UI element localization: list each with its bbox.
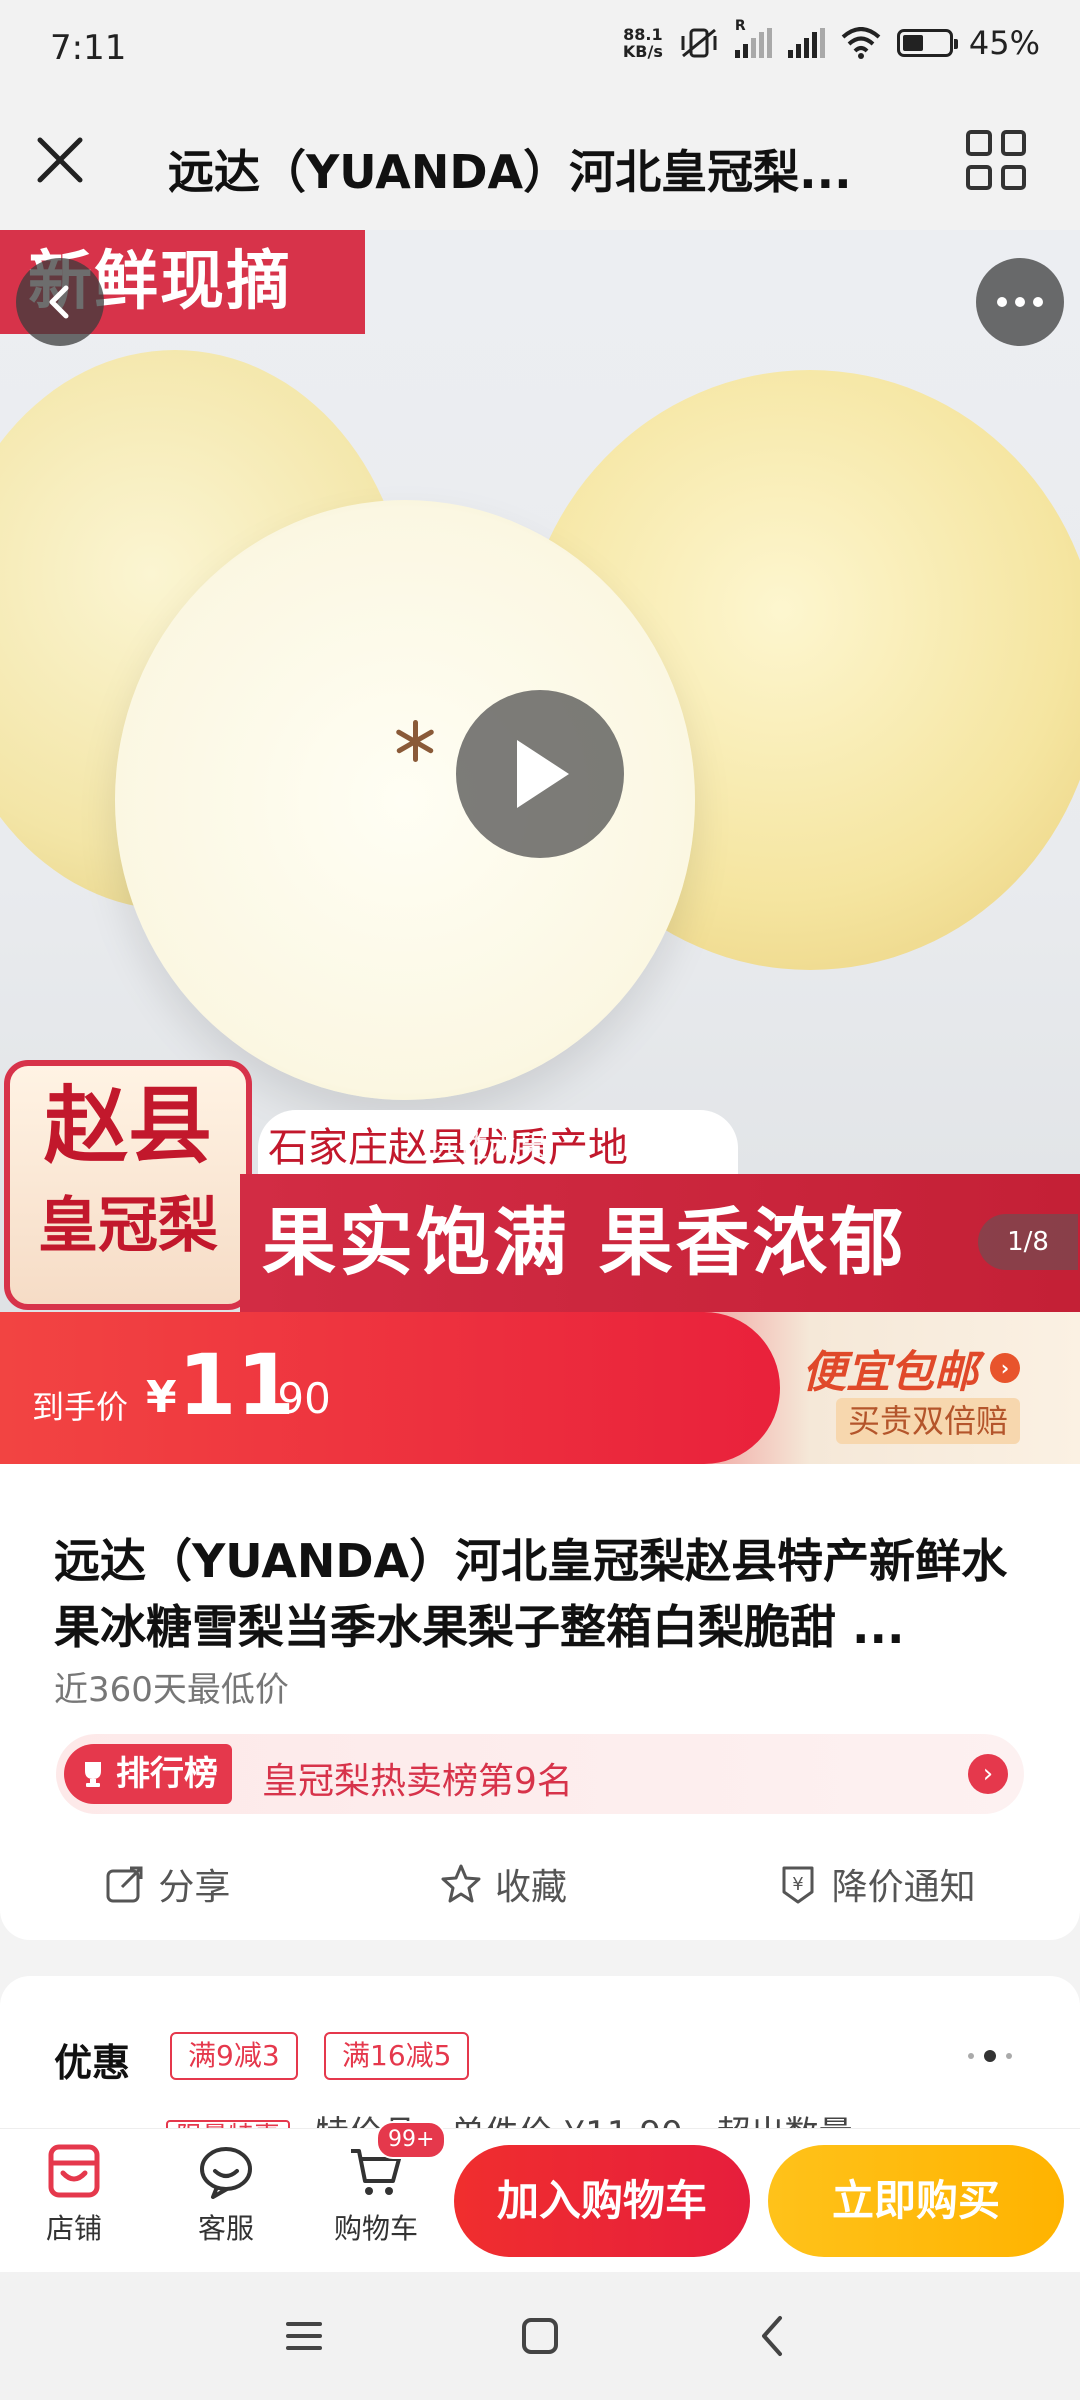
ranking-tag-label: 排行榜 — [116, 1754, 218, 1794]
favorite-label: 收藏 — [494, 1867, 567, 1908]
share-icon — [106, 1866, 143, 1903]
promo-free-shipping[interactable]: 便宜包邮 › — [802, 1336, 1020, 1400]
ranking-tag: 排行榜 — [64, 1744, 232, 1804]
signal-icon-2 — [787, 28, 825, 58]
buy-now-button[interactable]: 立即购买 — [768, 2145, 1064, 2257]
price-band: 到手价 ¥ 11 .90 便宜包邮 › 买贵双倍赔 — [0, 1312, 1080, 1464]
wifi-icon — [841, 27, 881, 59]
store-label: 店铺 — [45, 2212, 102, 2245]
cart-count-badge: 99+ — [376, 2121, 447, 2159]
price-alert-icon: ¥ — [782, 1866, 814, 1904]
customer-service-label: 客服 — [197, 2212, 254, 2245]
coupon-page-indicator — [968, 2050, 1012, 2062]
customer-service-button[interactable]: 客服 — [166, 2143, 286, 2247]
star-icon — [441, 1864, 481, 1903]
badge-line1: 赵县 — [43, 1077, 212, 1175]
price-currency: ¥ — [146, 1372, 177, 1423]
battery-percent: 45% — [968, 24, 1040, 62]
status-icons: 88.1 KB/s R 45% — [623, 18, 1040, 62]
back-button[interactable] — [16, 258, 104, 346]
net-speed-value: 88.1 — [623, 25, 663, 44]
roaming-mark: R — [734, 18, 746, 34]
slogan-strip: 果实饱满 果香浓郁 — [240, 1174, 1080, 1312]
badge-line2: 皇冠梨 — [38, 1191, 218, 1261]
coupon-card[interactable]: 优惠 满9减3 满16减5 限量特惠 特价品，单件价 ¥11.90，超出数量 — [0, 1976, 1080, 2136]
promo-title: 便宜包邮 — [802, 1347, 978, 1398]
cart-label: 购物车 — [333, 2212, 418, 2245]
coupon-tag-1[interactable]: 满9减3 — [170, 2032, 298, 2080]
chevron-left-icon — [49, 285, 69, 319]
top-nav: 远达（YUANDA）河北皇冠梨... — [0, 100, 1080, 230]
page-title: 远达（YUANDA）河北皇冠梨... — [168, 145, 852, 199]
share-label: 分享 — [158, 1867, 231, 1908]
battery-icon — [896, 29, 958, 57]
chevron-right-icon: › — [990, 1353, 1020, 1383]
promo-subtitle: 买贵双倍赔 — [836, 1398, 1021, 1444]
svg-text:¥: ¥ — [792, 1874, 803, 1895]
origin-badge: 赵县 皇冠梨 — [4, 1060, 252, 1310]
net-speed: 88.1 KB/s — [623, 26, 663, 60]
price-alert-label: 降价通知 — [831, 1867, 976, 1908]
back-icon[interactable] — [748, 2310, 800, 2362]
store-icon — [48, 2144, 100, 2198]
price-label: 到手价 — [32, 1388, 129, 1426]
coupon-label: 优惠 — [54, 2041, 131, 2085]
close-icon[interactable] — [30, 130, 90, 190]
play-video-button[interactable] — [456, 690, 624, 858]
favorite-button[interactable]: 收藏 — [439, 1858, 567, 1910]
ranking-text: 皇冠梨热卖榜第9名 — [262, 1761, 573, 1802]
product-info-card: 远达（YUANDA）河北皇冠梨赵县特产新鲜水果冰糖雪梨当季水果梨子整箱白梨脆甜 … — [0, 1464, 1080, 1940]
play-icon — [517, 740, 569, 808]
pear-core — [395, 720, 435, 762]
product-image-carousel[interactable]: 新鲜现摘 赵县 皇冠梨 石家庄赵县优质产地 远达水果 果实饱满 果香浓郁 1/8 — [0, 230, 1080, 1312]
product-title: 远达（YUANDA）河北皇冠梨赵县特产新鲜水果冰糖雪梨当季水果梨子整箱白梨脆甜 … — [54, 1534, 1008, 1654]
add-to-cart-button[interactable]: 加入购物车 — [454, 2145, 750, 2257]
chat-bubble-icon — [200, 2147, 252, 2199]
price-alert-button[interactable]: ¥ 降价通知 — [776, 1858, 976, 1910]
ranking-bar[interactable]: 排行榜 皇冠梨热卖榜第9名 › — [56, 1734, 1024, 1814]
share-button[interactable]: 分享 — [104, 1858, 230, 1910]
product-actions: 分享 收藏 ¥ 降价通知 — [0, 1844, 1080, 1924]
trophy-icon — [85, 1762, 101, 1787]
net-speed-unit: KB/s — [622, 42, 663, 61]
home-icon[interactable] — [514, 2310, 566, 2362]
more-button[interactable] — [976, 258, 1064, 346]
signal-icon-1: R — [734, 18, 772, 58]
vibrate-mute-icon — [681, 28, 717, 58]
status-bar: 7:11 88.1 KB/s R 45% — [0, 0, 1080, 100]
menu-icon[interactable] — [278, 2310, 330, 2362]
store-button[interactable]: 店铺 — [14, 2143, 134, 2247]
coupon-tag-2[interactable]: 满16减5 — [324, 2032, 470, 2080]
bottom-action-bar: 店铺 客服 购物车 99+ 加入购物车 立即购买 — [0, 2121, 1080, 2273]
system-nav-bar — [0, 2272, 1080, 2400]
price-decimal: .90 — [264, 1374, 331, 1423]
status-time: 7:11 — [50, 28, 127, 68]
grid-icon[interactable] — [966, 130, 1026, 190]
lowest-price-note: 近360天最低价 — [54, 1670, 289, 1710]
image-counter: 1/8 — [978, 1214, 1078, 1270]
chevron-right-icon: › — [968, 1754, 1008, 1794]
